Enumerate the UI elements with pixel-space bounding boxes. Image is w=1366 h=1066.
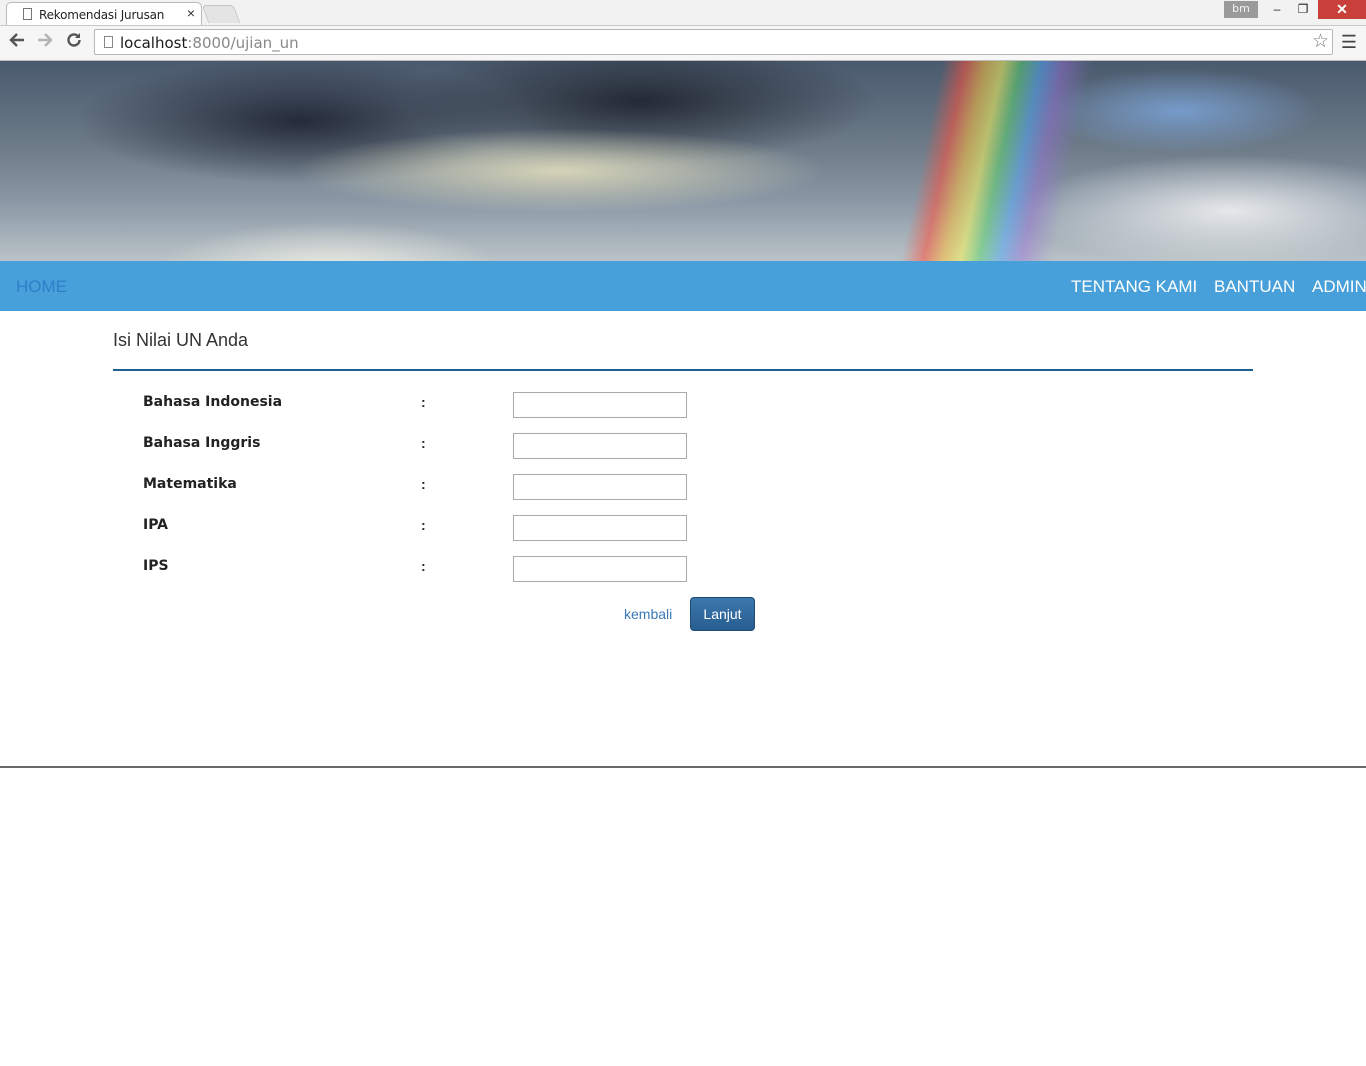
rainbow-graphic (892, 61, 1098, 261)
colon: : (421, 558, 426, 574)
forward-arrow-icon[interactable] (34, 31, 56, 53)
profile-badge[interactable]: bm (1224, 1, 1258, 18)
hamburger-menu-icon[interactable]: ☰ (1340, 32, 1358, 52)
bahasa-indonesia-input[interactable] (513, 392, 687, 418)
back-arrow-icon[interactable] (6, 31, 28, 53)
lanjut-button[interactable]: Lanjut (690, 597, 755, 631)
nav-admin[interactable]: ADMIN (1312, 277, 1366, 297)
title-divider (113, 369, 1253, 371)
colon: : (421, 435, 426, 451)
matematika-input[interactable] (513, 474, 687, 500)
ips-input[interactable] (513, 556, 687, 582)
ipa-input[interactable] (513, 515, 687, 541)
tab-title: Rekomendasi Jurusan (39, 8, 165, 22)
colon: : (421, 517, 426, 533)
label-ipa: IPA (143, 517, 169, 533)
restore-icon[interactable]: ❐ (1290, 0, 1316, 19)
nav-tentang-kami[interactable]: TENTANG KAMI (1071, 277, 1197, 297)
label-ips: IPS (143, 558, 169, 574)
star-icon[interactable]: ☆ (1312, 31, 1329, 53)
colon: : (421, 394, 426, 410)
colon: : (421, 476, 426, 492)
page-icon (23, 8, 32, 20)
site-navbar: HOME TENTANG KAMI BANTUAN ADMIN (0, 261, 1366, 311)
header-banner (0, 61, 1366, 261)
bahasa-inggris-input[interactable] (513, 433, 687, 459)
reload-icon[interactable] (63, 31, 85, 53)
browser-tab[interactable]: Rekomendasi Jurusan × (6, 2, 202, 25)
tab-close-icon[interactable]: × (187, 5, 195, 21)
nav-home[interactable]: HOME (16, 277, 67, 297)
minimize-icon[interactable]: ‒ (1264, 0, 1290, 19)
label-bahasa-inggris: Bahasa Inggris (143, 435, 261, 451)
footer-divider (0, 766, 1366, 768)
page-title: Isi Nilai UN Anda (113, 330, 249, 350)
nav-bantuan[interactable]: BANTUAN (1214, 277, 1295, 297)
new-tab-button[interactable] (201, 5, 241, 23)
label-bahasa-indonesia: Bahasa Indonesia (143, 394, 283, 410)
label-matematika: Matematika (143, 476, 237, 492)
browser-titlebar: Rekomendasi Jurusan × bm ‒ ❐ ✕ (0, 0, 1366, 26)
page-icon (104, 36, 113, 48)
url-text[interactable]: localhost:8000/ujian_un (120, 34, 299, 52)
close-window-icon[interactable]: ✕ (1318, 0, 1366, 19)
address-bar[interactable]: localhost:8000/ujian_un ☆ (94, 29, 1333, 55)
kembali-link[interactable]: kembali (624, 606, 672, 622)
browser-toolbar: localhost:8000/ujian_un ☆ ☰ (0, 26, 1366, 61)
